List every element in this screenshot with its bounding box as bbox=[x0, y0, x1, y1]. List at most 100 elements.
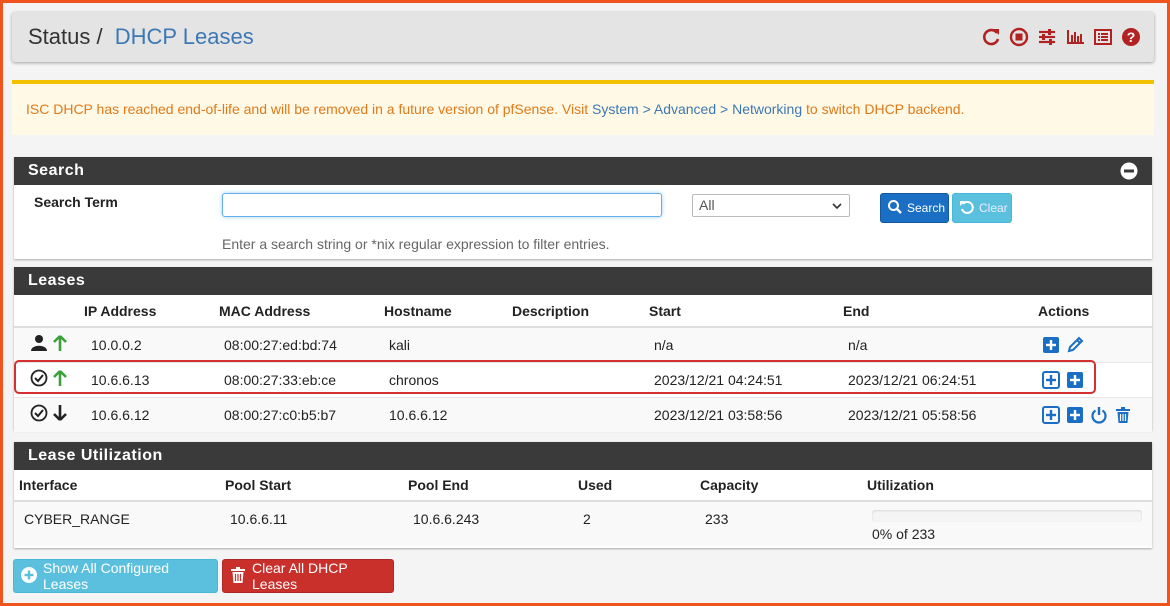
search-field-select[interactable]: All bbox=[692, 194, 850, 217]
lease-row: 10.6.6.12 08:00:27:c0:b5:b7 10.6.6.12 20… bbox=[14, 396, 1152, 432]
refresh-icon[interactable] bbox=[980, 26, 1002, 48]
stop-circle-icon[interactable] bbox=[1008, 26, 1030, 48]
utilization-panel: Lease Utilization Interface Pool Start P… bbox=[14, 442, 1152, 548]
lease-start: n/a bbox=[649, 326, 843, 362]
search-panel-title: Search bbox=[28, 162, 85, 179]
col-end[interactable]: End bbox=[843, 295, 1038, 328]
alert-text-after: to switch DHCP backend. bbox=[802, 101, 965, 117]
plus-circle-icon bbox=[20, 566, 38, 587]
util-used: 2 bbox=[583, 511, 591, 527]
collapse-minus-icon[interactable] bbox=[1120, 162, 1138, 180]
leases-panel: Leases IP Address MAC Address Hostname D… bbox=[14, 267, 1152, 432]
edit-pencil-icon[interactable] bbox=[1066, 336, 1084, 354]
col-interface: Interface bbox=[14, 470, 225, 502]
arrow-down-icon bbox=[52, 404, 68, 425]
col-capacity: Capacity bbox=[700, 470, 867, 502]
add-static-mapping-icon[interactable] bbox=[1042, 370, 1060, 389]
lease-status bbox=[14, 361, 84, 397]
breadcrumb-status[interactable]: Status bbox=[28, 24, 90, 49]
lease-row: 10.6.6.13 08:00:27:33:eb:ce chronos 2023… bbox=[14, 361, 1152, 397]
lease-hostname: 10.6.6.12 bbox=[384, 396, 512, 432]
col-utilization: Utilization bbox=[867, 470, 1152, 502]
check-circle-icon bbox=[30, 369, 48, 390]
lease-description bbox=[512, 326, 649, 362]
add-static-mapping-icon[interactable] bbox=[1042, 336, 1060, 354]
leases-panel-heading: Leases bbox=[14, 267, 1152, 295]
log-list-icon[interactable] bbox=[1092, 26, 1114, 48]
col-description[interactable]: Description bbox=[512, 295, 649, 328]
lease-actions bbox=[1038, 361, 1152, 397]
lease-hostname: chronos bbox=[384, 361, 512, 397]
lease-start: 2023/12/21 04:24:51 bbox=[649, 361, 843, 397]
lease-ip: 10.0.0.2 bbox=[84, 326, 219, 362]
leases-header-row: IP Address MAC Address Hostname Descript… bbox=[14, 295, 1152, 328]
lease-end: 2023/12/21 05:58:56 bbox=[843, 396, 1038, 432]
alert-text-before: ISC DHCP has reached end-of-life and wil… bbox=[26, 101, 592, 117]
add-static-mapping-icon[interactable] bbox=[1042, 405, 1060, 424]
page-title[interactable]: DHCP Leases bbox=[115, 24, 254, 49]
lease-mac: 08:00:27:33:eb:ce bbox=[219, 361, 384, 397]
show-all-label: Show All Configured Leases bbox=[43, 560, 170, 592]
lease-hostname: kali bbox=[384, 326, 512, 362]
page-header: Status / DHCP Leases ? bbox=[12, 12, 1154, 62]
lease-status bbox=[14, 396, 84, 432]
util-pool-start: 10.6.6.11 bbox=[230, 511, 288, 527]
utilization-text: 0% of 233 bbox=[872, 526, 936, 542]
leases-panel-title: Leases bbox=[28, 272, 86, 289]
col-status bbox=[14, 295, 84, 328]
search-help-text: Enter a search string or *nix regular ex… bbox=[222, 236, 610, 252]
col-start[interactable]: Start bbox=[649, 295, 843, 328]
bar-chart-icon[interactable] bbox=[1064, 26, 1086, 48]
search-button[interactable]: Search bbox=[880, 193, 949, 223]
leases-table: IP Address MAC Address Hostname Descript… bbox=[14, 295, 1152, 432]
chevron-down-icon bbox=[831, 199, 843, 211]
clear-all-dhcp-leases-button[interactable]: Clear All DHCP Leases bbox=[222, 559, 394, 593]
clear-button-label: Clear bbox=[979, 201, 1008, 215]
power-icon[interactable] bbox=[1090, 406, 1108, 424]
utilization-header-row: Interface Pool Start Pool End Used Capac… bbox=[14, 470, 1152, 502]
add-wol-mapping-icon[interactable] bbox=[1066, 406, 1084, 424]
eol-warning-alert: ISC DHCP has reached end-of-life and wil… bbox=[12, 80, 1154, 135]
undo-icon bbox=[959, 199, 975, 218]
check-circle-icon bbox=[30, 404, 48, 425]
search-button-label: Search bbox=[907, 201, 946, 215]
help-icon[interactable]: ? bbox=[1120, 26, 1142, 48]
lease-actions bbox=[1038, 396, 1152, 432]
breadcrumb: Status / DHCP Leases bbox=[28, 24, 254, 50]
lease-description bbox=[512, 361, 649, 397]
utilization-row: CYBER_RANGE 10.6.6.11 10.6.6.243 2 233 0… bbox=[14, 501, 1152, 546]
search-field-select-value: All bbox=[699, 197, 715, 213]
utilization-panel-heading: Lease Utilization bbox=[14, 442, 1152, 470]
sliders-icon[interactable] bbox=[1036, 26, 1058, 48]
svg-text:?: ? bbox=[1127, 29, 1136, 45]
clear-button[interactable]: Clear bbox=[952, 193, 1012, 223]
col-hostname[interactable]: Hostname bbox=[384, 295, 512, 328]
lease-end: n/a bbox=[843, 326, 1038, 362]
show-all-configured-leases-button[interactable]: Show All Configured Leases bbox=[13, 559, 218, 593]
lease-mac: 08:00:27:c0:b5:b7 bbox=[219, 396, 384, 432]
col-actions: Actions bbox=[1038, 295, 1152, 328]
trash-icon bbox=[229, 566, 247, 587]
utilization-table: Interface Pool Start Pool End Used Capac… bbox=[14, 470, 1152, 546]
col-mac-address[interactable]: MAC Address bbox=[219, 295, 384, 328]
clear-all-label: Clear All DHCP Leases bbox=[252, 560, 348, 592]
util-pool-end: 10.6.6.243 bbox=[413, 511, 480, 527]
lease-description bbox=[512, 396, 649, 432]
col-ip-address[interactable]: IP Address bbox=[84, 295, 219, 328]
lease-end: 2023/12/21 06:24:51 bbox=[843, 361, 1038, 397]
lease-mac: 08:00:27:ed:bd:74 bbox=[219, 326, 384, 362]
lease-ip: 10.6.6.13 bbox=[84, 361, 219, 397]
util-interface: CYBER_RANGE bbox=[24, 511, 130, 527]
search-input[interactable] bbox=[222, 193, 662, 217]
lease-start: 2023/12/21 03:58:56 bbox=[649, 396, 843, 432]
col-pool-start: Pool Start bbox=[225, 470, 408, 502]
col-pool-end: Pool End bbox=[408, 470, 578, 502]
search-panel-heading: Search bbox=[14, 157, 1152, 185]
user-icon bbox=[30, 334, 48, 355]
lease-row: 10.0.0.2 08:00:27:ed:bd:74 kali n/a n/a bbox=[14, 326, 1152, 362]
alert-networking-link[interactable]: System > Advanced > Networking bbox=[592, 101, 802, 117]
add-wol-mapping-icon[interactable] bbox=[1066, 371, 1084, 389]
trash-icon[interactable] bbox=[1114, 406, 1132, 424]
breadcrumb-separator: / bbox=[96, 24, 103, 49]
search-icon bbox=[887, 199, 903, 218]
